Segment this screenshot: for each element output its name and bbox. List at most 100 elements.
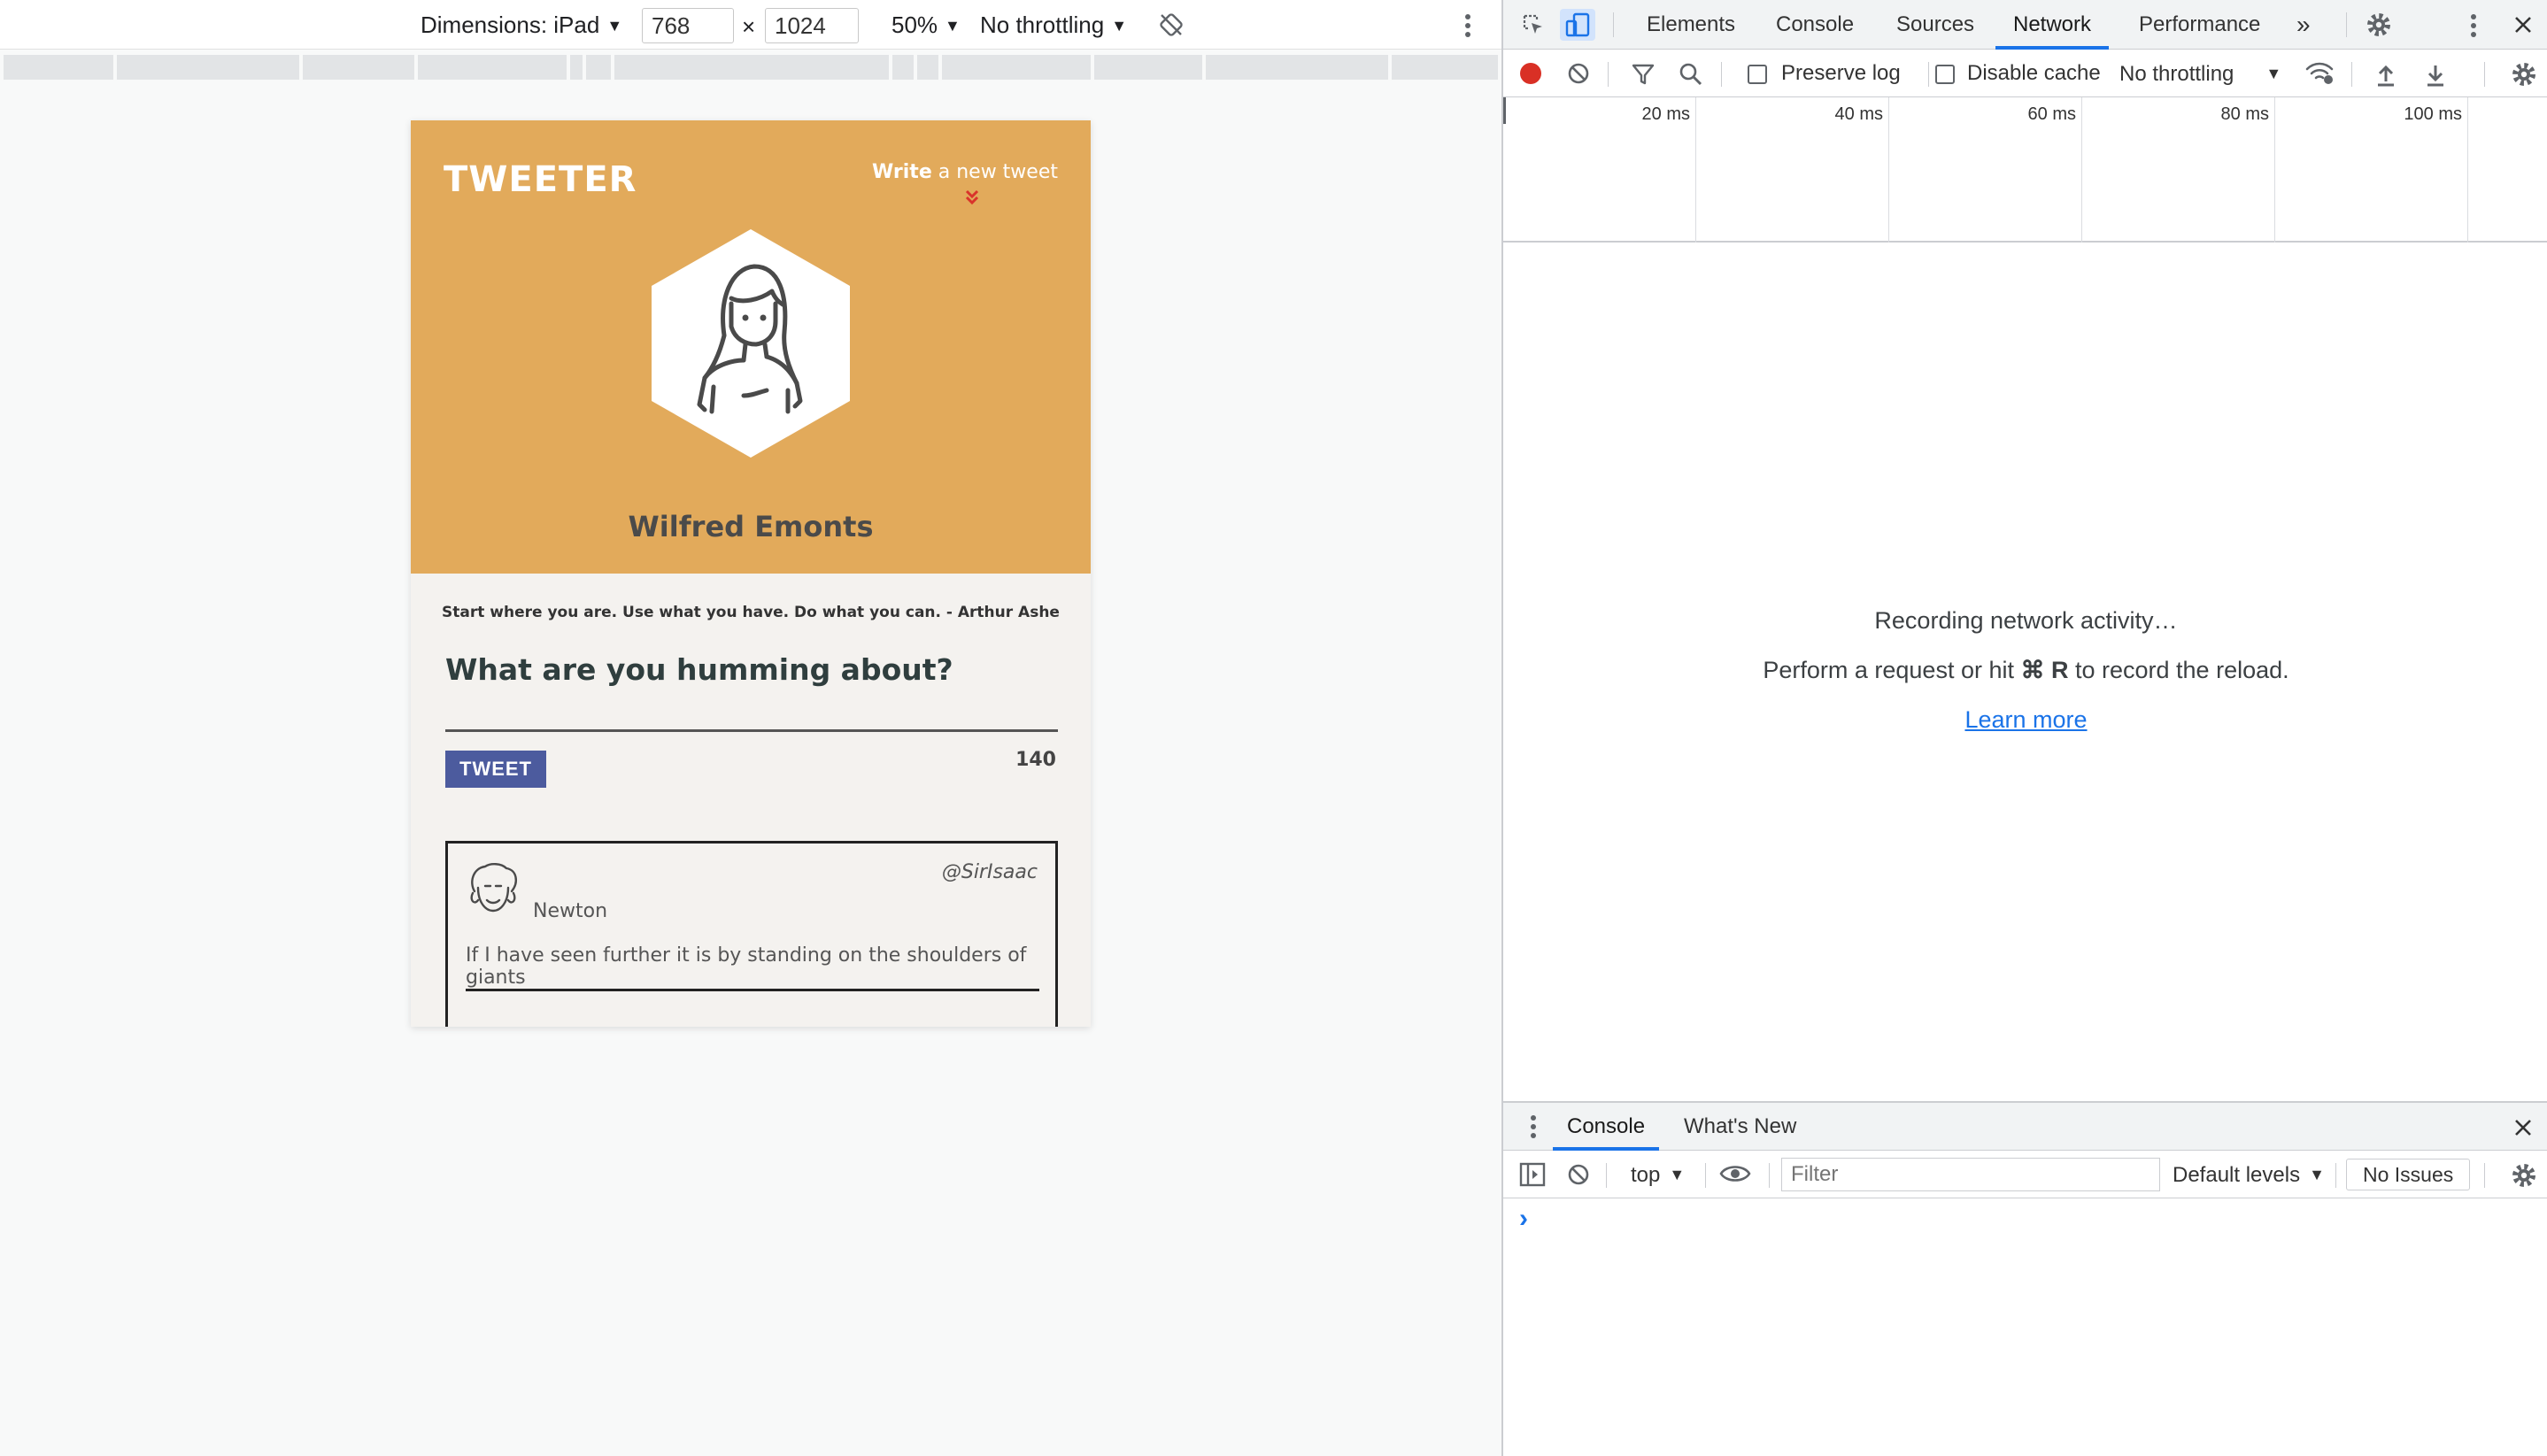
timeline-label: 40 ms bbox=[1834, 104, 1883, 124]
chevron-down-icon: ▼ bbox=[945, 17, 961, 35]
timeline-column: 40 ms bbox=[1696, 97, 1889, 243]
media-query-segment[interactable] bbox=[117, 55, 299, 80]
export-har-icon[interactable] bbox=[2424, 62, 2447, 87]
rotate-icon[interactable] bbox=[1158, 12, 1185, 38]
drawer-tab-console[interactable]: Console bbox=[1553, 1103, 1660, 1151]
media-query-segment[interactable] bbox=[418, 55, 567, 80]
timeline-column: 20 ms bbox=[1503, 97, 1696, 243]
toolbar-divider bbox=[2484, 62, 2485, 87]
disable-cache-label: Disable cache bbox=[1967, 61, 2101, 85]
profile-avatar bbox=[650, 227, 852, 459]
device-select[interactable]: Dimensions: iPad ▼ bbox=[421, 11, 622, 40]
console-toolbar: top ▼ Default levels ▼ No Issues bbox=[1503, 1151, 2547, 1198]
media-query-segment[interactable] bbox=[586, 55, 611, 80]
issues-button[interactable]: No Issues bbox=[2346, 1159, 2471, 1190]
tab-performance[interactable]: Performance bbox=[2139, 0, 2260, 50]
toolbar-divider bbox=[1721, 62, 1722, 87]
live-expression-eye-icon[interactable] bbox=[1719, 1163, 1751, 1184]
import-har-icon[interactable] bbox=[2374, 62, 2397, 87]
network-conditions-icon[interactable] bbox=[2305, 60, 2335, 87]
profile-quote: Start where you are. Use what you have. … bbox=[442, 604, 1060, 621]
settings-gear-icon[interactable] bbox=[2366, 12, 2392, 38]
toolbar-divider bbox=[2351, 62, 2352, 87]
tab-network[interactable]: Network bbox=[1995, 0, 2110, 50]
zoom-select[interactable]: 50% ▼ bbox=[891, 11, 961, 40]
media-query-segment[interactable] bbox=[303, 55, 414, 80]
media-query-segment[interactable] bbox=[4, 55, 113, 80]
filter-icon[interactable] bbox=[1631, 62, 1656, 87]
brand-logo[interactable]: TWEETER bbox=[444, 159, 637, 200]
more-options-icon[interactable] bbox=[1463, 12, 1473, 39]
close-icon[interactable] bbox=[2512, 14, 2534, 35]
profile-header: TWEETER Write a new tweet Wilfred Emonts bbox=[411, 120, 1091, 574]
network-throttling-select[interactable]: No throttling ▼ bbox=[2119, 60, 2281, 88]
media-query-segment[interactable] bbox=[614, 55, 889, 80]
media-query-segment[interactable] bbox=[1206, 55, 1388, 80]
inspect-element-icon[interactable] bbox=[1521, 12, 1546, 37]
toolbar-divider bbox=[1705, 1163, 1706, 1188]
customize-devtools-icon[interactable] bbox=[2468, 12, 2479, 39]
chevron-down-icon: ▼ bbox=[2265, 65, 2282, 82]
media-query-segment[interactable] bbox=[1094, 55, 1202, 80]
user-avatar-icon bbox=[652, 229, 850, 458]
learn-more-link[interactable]: Learn more bbox=[1964, 706, 2087, 733]
clear-icon[interactable] bbox=[1567, 62, 1590, 85]
drawer-tab-whats-new[interactable]: What's New bbox=[1684, 1103, 1796, 1151]
double-chevron-down-icon[interactable] bbox=[965, 189, 979, 205]
console-filter-input[interactable] bbox=[1781, 1158, 2160, 1191]
toolbar-divider bbox=[1769, 1163, 1770, 1188]
media-query-segment[interactable] bbox=[570, 55, 583, 80]
context-select[interactable]: top ▼ bbox=[1631, 1161, 1685, 1189]
tab-sources[interactable]: Sources bbox=[1896, 0, 1974, 50]
media-query-bar[interactable] bbox=[4, 55, 1498, 80]
reload-hint: Perform a request or hit ⌘ R to record t… bbox=[1503, 657, 2547, 684]
write-rest-text: a new tweet bbox=[931, 161, 1058, 183]
devtools-tabbar: Elements Console Sources Network Perform… bbox=[1503, 0, 2547, 50]
tab-console[interactable]: Console bbox=[1776, 0, 1854, 50]
tab-elements[interactable]: Elements bbox=[1647, 0, 1735, 50]
search-icon[interactable] bbox=[1679, 62, 1703, 87]
toolbar-divider bbox=[1613, 12, 1614, 37]
tweet-button[interactable]: TWEET bbox=[445, 751, 546, 788]
media-query-segment[interactable] bbox=[892, 55, 914, 80]
console-settings-gear-icon[interactable] bbox=[2511, 1162, 2537, 1189]
console-sidebar-icon[interactable] bbox=[1519, 1162, 1546, 1187]
network-overview[interactable]: 20 ms 40 ms 60 ms 80 ms 100 ms bbox=[1503, 97, 2547, 243]
width-input[interactable]: 768 bbox=[642, 8, 734, 43]
network-throttling-label: No throttling bbox=[2119, 62, 2234, 86]
height-input[interactable]: 1024 bbox=[765, 8, 859, 43]
device-toolbar: Dimensions: iPad ▼ 768 × 1024 50% ▼ No thr… bbox=[0, 0, 1501, 50]
tweet-author-handle: @SirIsaac bbox=[941, 861, 1038, 883]
toolbar-divider bbox=[2335, 1163, 2336, 1188]
timeline-column: 80 ms bbox=[2082, 97, 2275, 243]
more-tabs-icon[interactable]: » bbox=[2296, 0, 2311, 50]
record-icon[interactable] bbox=[1519, 62, 1542, 85]
learn-more-wrapper: Learn more bbox=[1503, 706, 2547, 734]
context-label: top bbox=[1631, 1163, 1661, 1187]
write-tweet-link[interactable]: Write a new tweet bbox=[872, 161, 1058, 183]
media-query-segment[interactable] bbox=[942, 55, 1091, 80]
chevron-down-icon: ▼ bbox=[1669, 1166, 1686, 1183]
timeline-label: 100 ms bbox=[2404, 104, 2462, 124]
profile-name: Wilfred Emonts bbox=[628, 510, 874, 543]
compose-textarea[interactable] bbox=[445, 729, 1058, 732]
device-viewport: TWEETER Write a new tweet Wilfred Emonts… bbox=[411, 120, 1091, 1027]
recording-message: Recording network activity… bbox=[1874, 607, 2178, 634]
reload-hint-post: to record the reload. bbox=[2068, 657, 2289, 683]
log-levels-select[interactable]: Default levels ▼ bbox=[2173, 1161, 2325, 1189]
console-prompt-icon[interactable]: › bbox=[1519, 1204, 1528, 1234]
network-toolbar: Preserve log Disable cache No throttling… bbox=[1503, 50, 2547, 97]
device-toolbar-icon[interactable] bbox=[1560, 9, 1595, 41]
clear-console-icon[interactable] bbox=[1567, 1163, 1590, 1186]
media-query-segment[interactable] bbox=[1392, 55, 1498, 80]
throttling-select[interactable]: No throttling ▼ bbox=[980, 11, 1127, 40]
close-drawer-icon[interactable] bbox=[2512, 1117, 2534, 1138]
preserve-log-checkbox[interactable] bbox=[1748, 65, 1767, 84]
media-query-segment[interactable] bbox=[917, 55, 938, 80]
char-counter: 140 bbox=[1015, 749, 1056, 771]
drawer-menu-icon[interactable] bbox=[1528, 1113, 1539, 1140]
tweet-body: If I have seen further it is by standing… bbox=[466, 944, 1027, 989]
network-settings-gear-icon[interactable] bbox=[2511, 61, 2537, 88]
disable-cache-checkbox[interactable] bbox=[1935, 65, 1955, 84]
tweet-author-name: Newton bbox=[533, 900, 608, 922]
